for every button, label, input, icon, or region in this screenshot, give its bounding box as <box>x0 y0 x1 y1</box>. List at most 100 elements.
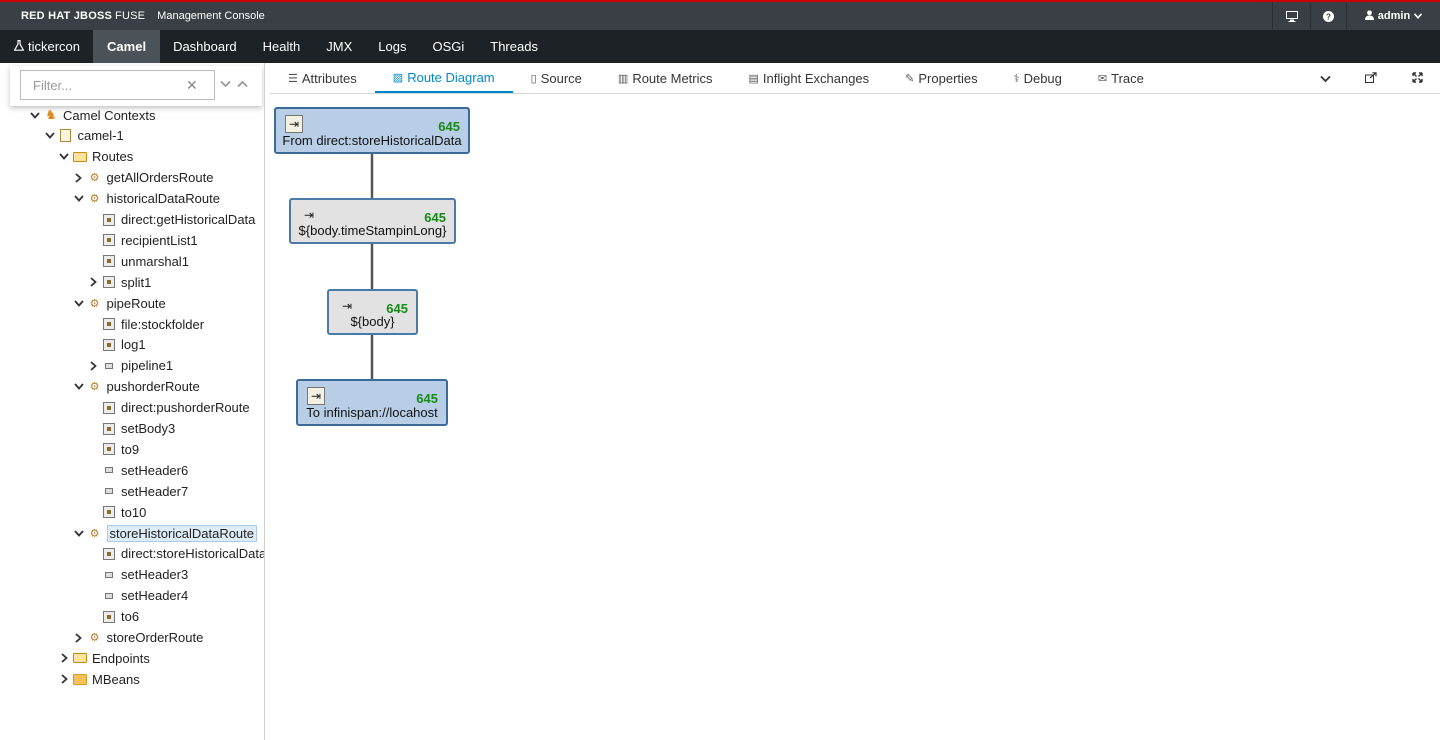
tab-debug[interactable]: ⚕ Debug <box>996 63 1080 93</box>
image-icon: ▨ <box>392 71 404 84</box>
tree-node[interactable]: setHeader7 <box>86 481 188 501</box>
tree-node-label: recipientList1 <box>121 232 198 248</box>
help-icon[interactable]: ? <box>1310 2 1346 30</box>
tree-node[interactable]: setHeader3 <box>86 565 188 585</box>
tree-node[interactable]: file:stockfolder <box>86 314 204 334</box>
chevron-right-icon[interactable] <box>86 272 100 292</box>
chevron-down-icon[interactable] <box>57 147 71 167</box>
diagram-node-from[interactable]: ⇥ 645 From direct:storeHistoricalData <box>274 107 470 154</box>
tree-node[interactable]: Routes <box>57 147 133 167</box>
nav-threads[interactable]: Threads <box>477 30 551 63</box>
chevron-down-icon[interactable] <box>28 105 42 125</box>
chevron-right-icon[interactable] <box>57 648 71 668</box>
diagram-node-setheader[interactable]: ⇥ 645 ${body} <box>327 289 418 335</box>
tree-node[interactable]: camel-1 <box>43 126 124 146</box>
tree-node[interactable]: MBeans <box>57 669 140 689</box>
tree-node[interactable]: to9 <box>86 439 139 459</box>
route-icon: ⚙ <box>89 632 100 644</box>
tree-node[interactable]: direct:getHistoricalData <box>86 210 255 230</box>
tab-source[interactable]: ▯ Source <box>513 63 600 93</box>
tree-node[interactable]: setBody3 <box>86 419 175 439</box>
tree-node[interactable]: ⚙ historicalDataRoute <box>72 189 220 209</box>
chevron-right-icon[interactable] <box>72 628 86 648</box>
tree-node-label: historicalDataRoute <box>106 191 220 207</box>
tree-node-label: split1 <box>121 274 152 290</box>
tree-node[interactable]: log1 <box>86 335 146 355</box>
tree-node-label: setBody3 <box>121 421 176 436</box>
chevron-right-icon[interactable] <box>72 168 86 188</box>
tree-node[interactable]: setHeader4 <box>86 586 188 606</box>
nav-dashboard[interactable]: Dashboard <box>160 30 250 63</box>
user-menu[interactable]: admin <box>1346 2 1440 30</box>
tree-node[interactable]: unmarshal1 <box>86 251 189 271</box>
chevron-right-icon[interactable] <box>57 669 71 689</box>
tree-node-label: storeHistoricalDataRoute <box>106 524 258 542</box>
diagram-node-to[interactable]: ⇥ 645 To infinispan://locahost <box>296 379 448 426</box>
tree-node[interactable]: ⚙ storeOrderRoute <box>72 628 203 648</box>
tab-bar: ☰ Attributes ▨ Route Diagram ▯ Source ▥ Rout… <box>270 63 1440 94</box>
setheader-icon: ⇥ <box>303 208 315 222</box>
folder-icon <box>73 672 87 686</box>
pipeline-icon <box>102 359 116 373</box>
tab-route-diagram[interactable]: ▨ Route Diagram <box>374 63 513 93</box>
main-nav: tickercon Camel Dashboard Health JMX Log… <box>0 30 1440 63</box>
tab-attributes[interactable]: ☰ Attributes <box>270 63 375 93</box>
endpoint-icon <box>102 213 116 227</box>
setbody-icon <box>102 422 116 436</box>
more-tabs-chevron-icon[interactable] <box>1302 71 1348 86</box>
monitor-icon[interactable] <box>1272 2 1310 30</box>
brand-bar: RED HAT JBOSS FUSE Management Console ? a… <box>0 0 1440 30</box>
setheader-icon <box>102 589 116 603</box>
tree-node[interactable]: direct:pushorderRoute <box>86 398 250 418</box>
nav-osgi[interactable]: OSGi <box>419 30 477 63</box>
tree-node-label: pipeRoute <box>106 295 166 311</box>
tree-node-label: setHeader7 <box>121 483 189 499</box>
tree-node[interactable]: ⚙ pushorderRoute <box>72 377 200 397</box>
nav-camel[interactable]: Camel <box>93 30 161 63</box>
tree-node[interactable]: ⚙ pipeRoute <box>72 293 166 313</box>
tree-node[interactable]: direct:storeHistoricalData <box>86 544 264 564</box>
brand-logo[interactable]: RED HAT JBOSS FUSE <box>21 10 145 22</box>
expand-all-icon[interactable] <box>220 76 231 91</box>
tree-node[interactable]: ⚙ storeHistoricalDataRoute <box>72 523 258 543</box>
route-icon: ⚙ <box>89 381 100 394</box>
nav-jmx[interactable]: JMX <box>313 30 365 63</box>
nav-app-tickercon[interactable]: tickercon <box>0 30 93 63</box>
tree-node-label: pushorderRoute <box>106 379 200 395</box>
tree-node[interactable]: split1 <box>86 272 151 292</box>
tab-trace[interactable]: ✉ Trace <box>1080 63 1162 93</box>
chevron-down-icon[interactable] <box>72 377 86 397</box>
tree-node[interactable]: ♞ Camel Contexts <box>28 105 155 125</box>
tree-node-label: MBeans <box>92 671 140 687</box>
fullscreen-icon[interactable] <box>1394 71 1440 86</box>
tab-inflight-exchanges[interactable]: ▤ Inflight Exchanges <box>731 63 888 93</box>
chevron-right-icon[interactable] <box>86 356 100 376</box>
collapse-all-icon[interactable] <box>237 76 248 91</box>
chevron-down-icon[interactable] <box>43 126 57 146</box>
chevron-down-icon[interactable] <box>72 523 86 543</box>
tab-route-metrics[interactable]: ▥ Route Metrics <box>600 63 731 93</box>
diagram-node-setheader[interactable]: ⇥ 645 ${body.timeStampinLong} <box>289 198 456 244</box>
tree-node[interactable]: Endpoints <box>57 648 150 668</box>
tree-node[interactable]: setHeader6 <box>86 460 188 480</box>
tree-node[interactable]: to10 <box>86 502 146 522</box>
node-label: ${body.timeStampinLong} <box>298 223 447 238</box>
endpoint-icon <box>102 505 116 519</box>
tab-properties[interactable]: ✎ Properties <box>887 63 995 93</box>
share-icon[interactable] <box>1348 71 1394 86</box>
tree-node[interactable]: recipientList1 <box>86 230 198 250</box>
tree-node-label: direct:pushorderRoute <box>121 400 250 416</box>
chevron-down-icon[interactable] <box>72 189 86 209</box>
tree-node[interactable]: to6 <box>86 607 139 627</box>
envelope-icon: ✉ <box>1097 72 1108 85</box>
clear-icon[interactable]: ✕ <box>186 77 198 94</box>
nav-health[interactable]: Health <box>250 30 314 63</box>
chevron-down-icon[interactable] <box>72 293 86 313</box>
main-content: ☰ Attributes ▨ Route Diagram ▯ Source ▥ Rout… <box>270 63 1440 740</box>
tree-node[interactable]: pipeline1 <box>86 356 173 376</box>
tree-node[interactable]: ⚙ getAllOrdersRoute <box>72 168 213 188</box>
nav-logs[interactable]: Logs <box>365 30 419 63</box>
svg-text:?: ? <box>1326 12 1331 21</box>
